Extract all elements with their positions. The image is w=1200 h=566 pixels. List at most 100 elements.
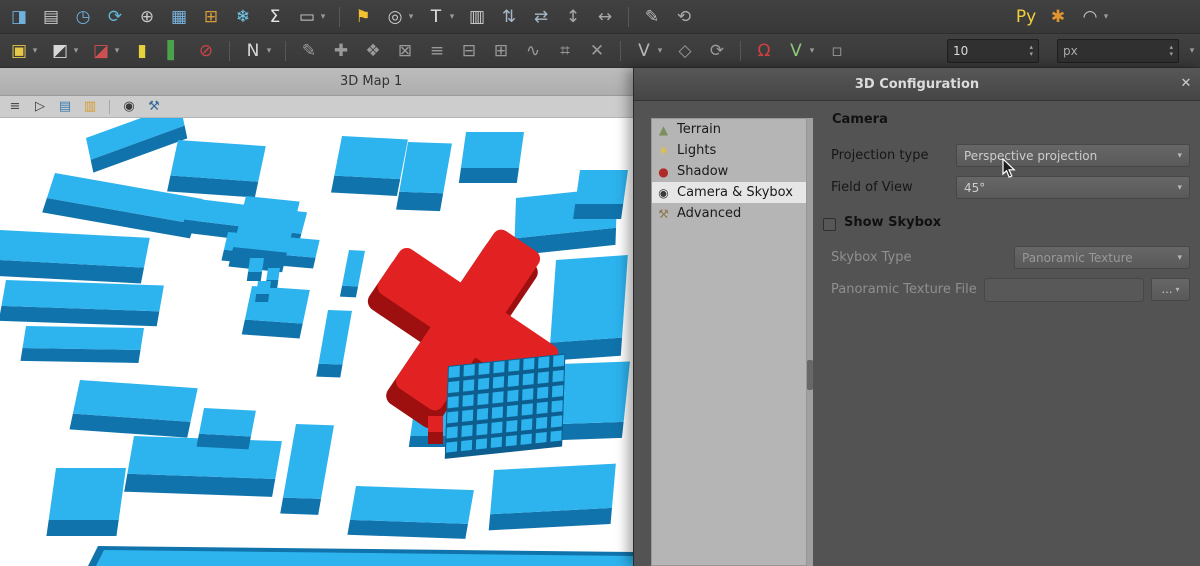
layers-icon[interactable]: ◨: [8, 6, 30, 28]
trace-icon[interactable]: ∿: [522, 40, 544, 62]
symbology-icon[interactable]: ◪: [90, 40, 112, 62]
save-scene-icon[interactable]: ▤: [57, 99, 73, 115]
projection-type-label: Projection type: [831, 144, 928, 167]
style-manager-icon[interactable]: ◩: [49, 40, 71, 62]
labeling-icon[interactable]: ▥: [466, 6, 488, 28]
panoramic-texture-file-input[interactable]: [984, 278, 1144, 302]
zoom-in-icon[interactable]: ⊕: [136, 6, 158, 28]
spin-arrows: ▴▾: [1029, 44, 1033, 58]
field-of-view-value: 45°: [964, 181, 985, 195]
edit-labels-icon[interactable]: ✎: [641, 6, 663, 28]
show-hide-labels-icon[interactable]: ↔: [594, 6, 616, 28]
skybox-type-combobox[interactable]: Panoramic Texture ▾: [1014, 246, 1190, 269]
tracing-caret-icon[interactable]: ▾: [808, 40, 816, 62]
nav-item-label: Lights: [677, 143, 716, 158]
fill-color-icon[interactable]: ▮: [131, 40, 153, 62]
label-align-icon[interactable]: ⇅: [498, 6, 520, 28]
browse-file-button[interactable]: … ▾: [1151, 278, 1190, 301]
nav-item-label: Shadow: [677, 164, 728, 179]
camera-play-icon[interactable]: ▷: [32, 99, 48, 115]
3d-map-viewport[interactable]: [0, 118, 633, 566]
export-scene-icon[interactable]: ▥: [82, 99, 98, 115]
attributes-icon[interactable]: ≡: [426, 40, 448, 62]
delete-feature-icon[interactable]: ⊠: [394, 40, 416, 62]
unit-down-icon[interactable]: ▾: [1169, 51, 1173, 58]
north-caret-icon[interactable]: ▾: [265, 40, 273, 62]
toggle-editing-icon[interactable]: ✎: [298, 40, 320, 62]
delete-part-icon[interactable]: ✕: [586, 40, 608, 62]
projection-type-combobox[interactable]: Perspective projection ▾: [956, 144, 1190, 167]
nav-item-lights[interactable]: ☀ Lights: [652, 140, 806, 161]
selection-tool-icon[interactable]: ▣: [8, 40, 30, 62]
nav-scrollbar-thumb[interactable]: [807, 360, 813, 390]
selection-caret-icon[interactable]: ▾: [31, 40, 39, 62]
show-skybox-checkbox[interactable]: [823, 218, 836, 231]
zoom-tool-icon[interactable]: ◎: [384, 6, 406, 28]
refresh-icon[interactable]: ⟳: [104, 6, 126, 28]
stroke-color-icon[interactable]: ▌: [163, 40, 185, 62]
draw-arc-icon[interactable]: ◠: [1079, 6, 1101, 28]
size-spinbox[interactable]: 10 ▴▾: [947, 39, 1039, 63]
dotted-square-icon[interactable]: ▫: [826, 40, 848, 62]
vertex-caret-icon[interactable]: ▾: [656, 40, 664, 62]
attribute-table-icon[interactable]: ▦: [168, 6, 190, 28]
pin-label-icon[interactable]: ↕: [562, 6, 584, 28]
show-skybox-label[interactable]: Show Skybox: [844, 215, 941, 230]
nav-item-advanced[interactable]: ⚒ Advanced: [652, 203, 806, 224]
map-tips-icon[interactable]: ⚑: [352, 6, 374, 28]
annotation-caret-icon[interactable]: ▾: [448, 6, 456, 28]
statistics-icon[interactable]: Σ: [264, 6, 286, 28]
clear-symbol-icon[interactable]: ⊘: [195, 40, 217, 62]
size-spinbox-value: 10: [953, 44, 968, 58]
text-annotation-icon[interactable]: T: [425, 6, 447, 28]
move-feature-icon[interactable]: ❖: [362, 40, 384, 62]
dialog-titlebar[interactable]: 3D Configuration ✕: [634, 68, 1200, 101]
label-move-icon[interactable]: ⇄: [530, 6, 552, 28]
nav-item-camera-skybox[interactable]: ◉ Camera & Skybox: [652, 182, 806, 203]
north-arrow-icon[interactable]: N: [242, 40, 264, 62]
nav-item-shadow[interactable]: ● Shadow: [652, 161, 806, 182]
cut-features-icon[interactable]: ⊟: [458, 40, 480, 62]
nav-item-label: Camera & Skybox: [677, 185, 793, 200]
vertex-tool-icon[interactable]: V: [633, 40, 655, 62]
tracing-icon[interactable]: V: [785, 40, 807, 62]
field-calculator-icon[interactable]: ⊞: [200, 6, 222, 28]
toolbar-overflow-icon[interactable]: ▾: [1188, 40, 1196, 62]
copy-features-icon[interactable]: ⊞: [490, 40, 512, 62]
style-caret-icon[interactable]: ▾: [72, 40, 80, 62]
add-feature-icon[interactable]: ✚: [330, 40, 352, 62]
nav-scrollbar[interactable]: [807, 118, 813, 566]
snapping-magnet-icon[interactable]: Ω: [753, 40, 775, 62]
3d-configuration-dialog: 3D Configuration ✕ ▲ Terrain ☀ Lights ● …: [633, 68, 1200, 566]
map-panel-titlebar[interactable]: 3D Map 1: [0, 68, 633, 96]
toolbar-separator: [620, 41, 621, 61]
dock-menu-icon[interactable]: ≡: [7, 99, 23, 115]
topology-icon[interactable]: ◇: [674, 40, 696, 62]
buildings-layer: [0, 118, 630, 539]
scene-settings-icon[interactable]: ⚒: [146, 99, 162, 115]
nav-item-terrain[interactable]: ▲ Terrain: [652, 119, 806, 140]
symbology-caret-icon[interactable]: ▾: [113, 40, 121, 62]
grid-icon[interactable]: ⌗: [554, 40, 576, 62]
ellipsis-icon: …: [1161, 283, 1172, 296]
draw-arc-caret-icon[interactable]: ▾: [1102, 6, 1110, 28]
panoramic-texture-file-label: Panoramic Texture File: [831, 278, 977, 301]
zoom-caret-icon[interactable]: ▾: [407, 6, 415, 28]
close-icon[interactable]: ✕: [1177, 76, 1195, 91]
rotate-label-icon[interactable]: ⟲: [673, 6, 695, 28]
sync-icon[interactable]: ⟳: [706, 40, 728, 62]
python-console-icon[interactable]: Py: [1015, 6, 1037, 28]
legend-icon[interactable]: ▤: [40, 6, 62, 28]
unit-combobox[interactable]: px ▴▾: [1057, 39, 1179, 63]
skybox-type-label: Skybox Type: [831, 246, 912, 269]
plugin-icon[interactable]: ✱: [1047, 6, 1069, 28]
temporal-clock-icon[interactable]: ◷: [72, 6, 94, 28]
field-of-view-combobox[interactable]: 45° ▾: [956, 176, 1190, 199]
toolbar-separator: [285, 41, 286, 61]
measure-icon[interactable]: ▭: [296, 6, 318, 28]
processing-snowflake-icon[interactable]: ❄: [232, 6, 254, 28]
measure-caret-icon[interactable]: ▾: [319, 6, 327, 28]
spin-down-icon[interactable]: ▾: [1029, 51, 1033, 58]
visibility-eye-icon[interactable]: ◉: [121, 99, 137, 115]
dialog-nav-list: ▲ Terrain ☀ Lights ● Shadow ◉ Camera & S…: [651, 118, 807, 566]
